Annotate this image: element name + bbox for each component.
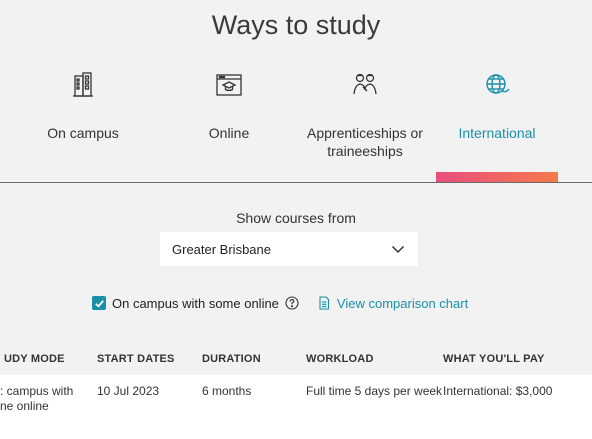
cell-start-date: 10 Jul 2023 [97, 384, 160, 398]
options-row: On campus with some online View comparis… [92, 293, 468, 313]
tab-label: On campus [47, 125, 119, 141]
header-workload: WORKLOAD [306, 353, 374, 365]
document-icon [319, 296, 329, 310]
location-select[interactable]: Greater Brisbane [160, 232, 418, 266]
online-checkbox[interactable] [92, 296, 106, 310]
tab-on-campus[interactable]: On campus [8, 70, 158, 142]
cell-study-mode: : campus with ne online [0, 384, 74, 413]
header-what-you-pay: WHAT YOU'LL PAY [443, 353, 545, 365]
study-mode-tabs: On campus Online Apprenticeships or trai… [0, 70, 592, 182]
cell-price: International: $3,000 [443, 384, 553, 398]
divider [0, 182, 592, 183]
header-duration: DURATION [202, 353, 261, 365]
filter-label: Show courses from [236, 210, 356, 226]
checkmark-icon [94, 299, 104, 308]
chevron-down-icon [391, 245, 405, 254]
course-table-header: UDY MODE START DATES DURATION WORKLOAD W… [0, 346, 592, 372]
location-select-value: Greater Brisbane [172, 241, 271, 257]
header-study-mode: UDY MODE [4, 353, 65, 365]
tab-international[interactable]: International [422, 70, 572, 142]
cell-duration: 6 months [202, 384, 252, 398]
online-course-icon [216, 74, 242, 96]
globe-icon [486, 74, 510, 94]
help-icon[interactable] [285, 296, 299, 310]
tab-online[interactable]: Online [154, 70, 304, 142]
cell-workload: Full time 5 days per week [306, 384, 443, 398]
tab-label: Online [208, 125, 250, 141]
apprentices-icon [353, 73, 377, 95]
table-row: : campus with ne online 10 Jul 2023 6 mo… [0, 375, 592, 439]
header-start-dates: START DATES [97, 353, 175, 365]
tab-apprenticeships[interactable]: Apprenticeships or traineeships [290, 70, 440, 160]
checkbox-label: On campus with some online [112, 295, 279, 311]
building-icon [73, 72, 93, 97]
tab-label: Apprenticeships or traineeships [307, 125, 423, 159]
page-title: Ways to study [211, 10, 381, 40]
active-tab-indicator [436, 172, 558, 182]
tab-label: International [458, 125, 536, 141]
view-comparison-chart-link[interactable]: View comparison chart [337, 296, 468, 311]
